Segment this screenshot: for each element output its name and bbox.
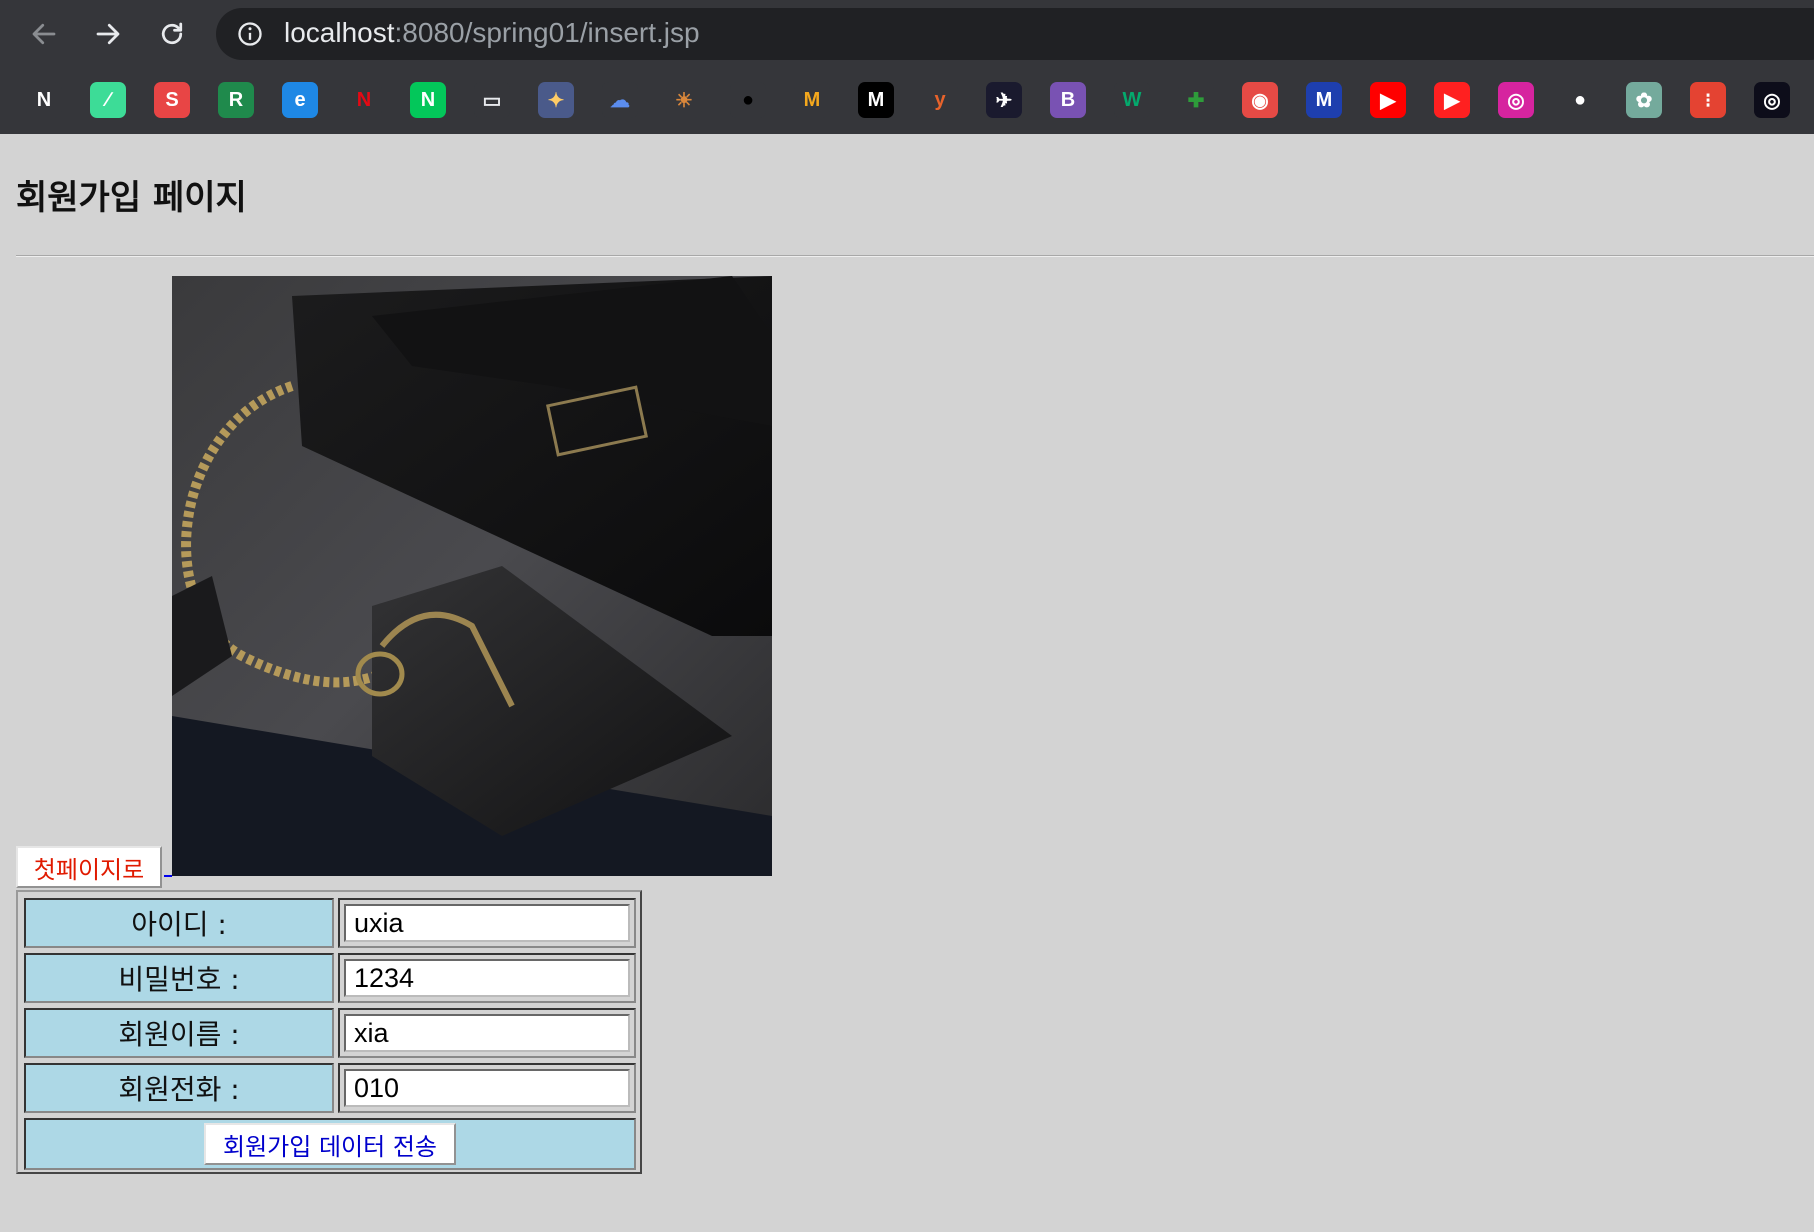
m-italic-icon[interactable]: M: [858, 82, 894, 118]
phone-input[interactable]: [344, 1069, 630, 1107]
github-icon[interactable]: ●: [1562, 82, 1598, 118]
red-s-icon[interactable]: S: [154, 82, 190, 118]
id-label: 아이디 :: [24, 898, 334, 948]
home-button[interactable]: 첫페이지로: [16, 846, 162, 888]
submit-button[interactable]: 회원가입 데이터 전송: [204, 1123, 456, 1165]
password-input-cell: [338, 953, 636, 1003]
submit-row: 회원가입 데이터 전송: [24, 1118, 636, 1170]
mint-feather-icon[interactable]: ∕: [90, 82, 126, 118]
sunrise-icon[interactable]: ☀: [666, 82, 702, 118]
leather-bag-photo: [172, 276, 772, 876]
red-badge-icon[interactable]: ◉: [1242, 82, 1278, 118]
password-input[interactable]: [344, 959, 630, 997]
chat-bubble-icon[interactable]: ▭: [474, 82, 510, 118]
form-row-phone: 회원전화 :: [24, 1063, 636, 1113]
forward-button[interactable]: [88, 14, 128, 54]
form-row-id: 아이디 :: [24, 898, 636, 948]
url-text: localhost:8080/spring01/insert.jsp: [284, 17, 700, 49]
id-input[interactable]: [344, 904, 630, 942]
name-input-cell: [338, 1008, 636, 1058]
kangaroo-icon[interactable]: ✚: [1178, 82, 1214, 118]
name-input[interactable]: [344, 1014, 630, 1052]
browser-toolbar: localhost:8080/spring01/insert.jsp: [0, 0, 1814, 68]
horizontal-rule: [16, 255, 1814, 257]
instagram-icon[interactable]: ◎: [1498, 82, 1534, 118]
bootstrap-icon[interactable]: B: [1050, 82, 1086, 118]
form-row-name: 회원이름 :: [24, 1008, 636, 1058]
link-underline[interactable]: [164, 875, 172, 877]
colorful-grid-icon[interactable]: ✦: [538, 82, 574, 118]
info-icon[interactable]: [236, 20, 264, 48]
cloud-icon[interactable]: ☁: [602, 82, 638, 118]
y-bracket-icon[interactable]: y: [922, 82, 958, 118]
r-green-icon[interactable]: R: [218, 82, 254, 118]
password-label: 비밀번호 :: [24, 953, 334, 1003]
form-row-password: 비밀번호 :: [24, 953, 636, 1003]
back-arrow-icon: [32, 23, 56, 45]
edge-icon[interactable]: e: [282, 82, 318, 118]
signup-form-table: 아이디 : 비밀번호 : 회원이름 : 회원전화 : 회원가입 데이터 전송: [16, 890, 642, 1174]
address-bar[interactable]: localhost:8080/spring01/insert.jsp: [216, 8, 1814, 60]
chatgpt-icon[interactable]: ✿: [1626, 82, 1662, 118]
camera-lens-icon[interactable]: ◎: [1754, 82, 1790, 118]
product-photo: [172, 276, 772, 876]
name-label: 회원이름 :: [24, 1008, 334, 1058]
id-input-cell: [338, 898, 636, 948]
youtube-music-icon[interactable]: ▶: [1434, 82, 1470, 118]
youtube-icon[interactable]: ▶: [1370, 82, 1406, 118]
netflix-icon[interactable]: N: [346, 82, 382, 118]
back-button[interactable]: [24, 14, 64, 54]
naver-icon[interactable]: N: [410, 82, 446, 118]
bookmarks-bar: N ∕ S Re N N ▭ ✦ ☁ ☀ ● M My ✈ B W ✚ ◉ M ▶ ▶ ◎ ● ✿ ⁝ ◎: [0, 68, 1814, 134]
reload-button[interactable]: [152, 14, 192, 54]
browser-chrome: localhost:8080/spring01/insert.jsp N ∕ S Re…: [0, 0, 1814, 134]
bird-icon[interactable]: ✈: [986, 82, 1022, 118]
phone-input-cell: [338, 1063, 636, 1113]
m-blue-icon[interactable]: M: [1306, 82, 1342, 118]
url-host: localhost: [284, 17, 395, 48]
phone-label: 회원전화 :: [24, 1063, 334, 1113]
url-path: :8080/spring01/insert.jsp: [394, 17, 700, 48]
mcdonalds-icon[interactable]: M: [794, 82, 830, 118]
black-circle-icon[interactable]: ●: [730, 82, 766, 118]
nip-icon[interactable]: N: [26, 82, 62, 118]
forward-arrow-icon: [96, 23, 120, 45]
reload-icon: [161, 22, 183, 45]
page-title: 회원가입 페이지: [16, 178, 247, 218]
todoist-icon[interactable]: ⁝: [1690, 82, 1726, 118]
w3schools-icon[interactable]: W: [1114, 82, 1150, 118]
